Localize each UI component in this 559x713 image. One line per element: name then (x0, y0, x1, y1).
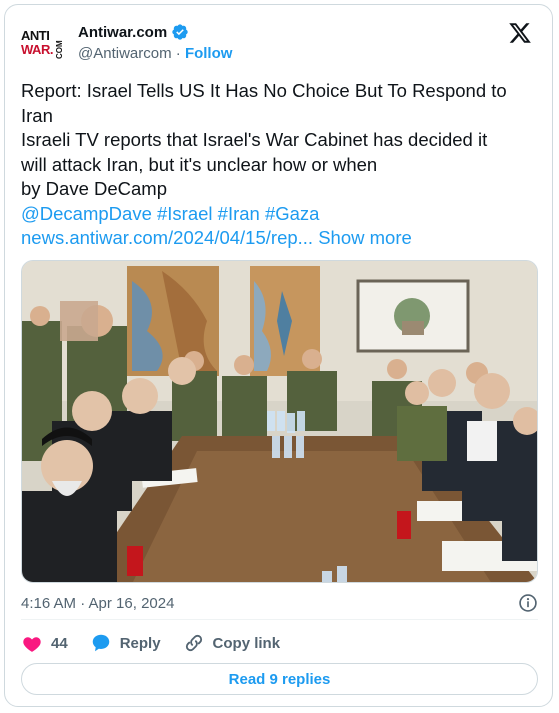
tweet-header: ANTI WAR. COM Antiwar.com @Antiwarcom · … (21, 19, 536, 69)
tweet-text-line: Report: Israel Tells US It Has No Choice… (21, 80, 507, 101)
follow-button[interactable]: Follow (185, 45, 233, 62)
handle-row: @Antiwarcom · Follow (78, 45, 232, 62)
copy-link-label: Copy link (212, 634, 281, 652)
tweet-photo[interactable] (21, 260, 538, 583)
reply-bubble-icon (92, 634, 109, 652)
reply-label: Reply (119, 634, 161, 652)
account-handle[interactable]: @Antiwarcom (78, 45, 172, 62)
tweet-card: ANTI WAR. COM Antiwar.com @Antiwarcom · … (4, 4, 553, 707)
tweet-text-line: by Dave DeCamp (21, 178, 168, 199)
logo-text-war: WAR. (21, 42, 53, 57)
link-icon (185, 634, 202, 652)
show-more-link[interactable]: Show more (318, 227, 412, 248)
reply-button[interactable]: Reply (90, 632, 161, 654)
link-row: news.antiwar.com/2024/04/15/rep... Show … (21, 226, 536, 251)
x-logo-icon[interactable] (508, 21, 532, 45)
like-count: 44 (51, 634, 68, 652)
account-name-row: Antiwar.com (78, 23, 189, 41)
like-button[interactable]: 44 (21, 632, 68, 654)
action-bar: 44 Reply Copy link (21, 631, 302, 655)
divider (21, 619, 538, 620)
verified-badge-icon (172, 24, 188, 40)
antiwar-logo[interactable]: ANTI WAR. COM (21, 23, 65, 63)
logo-text-com: COM (55, 40, 64, 59)
separator-dot: · (175, 45, 185, 62)
article-link[interactable]: news.antiwar.com/2024/04/15/rep... (21, 227, 313, 248)
tweet-text: Report: Israel Tells US It Has No Choice… (21, 79, 536, 251)
info-icon[interactable] (518, 593, 538, 613)
tweet-text-line: Israeli TV reports that Israel's War Cab… (21, 129, 488, 150)
hashtags-mentions[interactable]: @DecampDave #Israel #Iran #Gaza (21, 202, 536, 227)
copy-link-button[interactable]: Copy link (183, 632, 281, 654)
tweet-text-line: will attack Iran, but it's unclear how o… (21, 153, 378, 175)
account-name[interactable]: Antiwar.com (78, 24, 167, 41)
cabinet-meeting-image (22, 261, 537, 582)
tweet-text-line: Iran (21, 104, 53, 126)
read-replies-button[interactable]: Read 9 replies (21, 663, 538, 695)
logo-text-anti: ANTI (21, 28, 50, 43)
tweet-timestamp[interactable]: 4:16 AM · Apr 16, 2024 (21, 595, 174, 612)
heart-icon (23, 637, 41, 652)
